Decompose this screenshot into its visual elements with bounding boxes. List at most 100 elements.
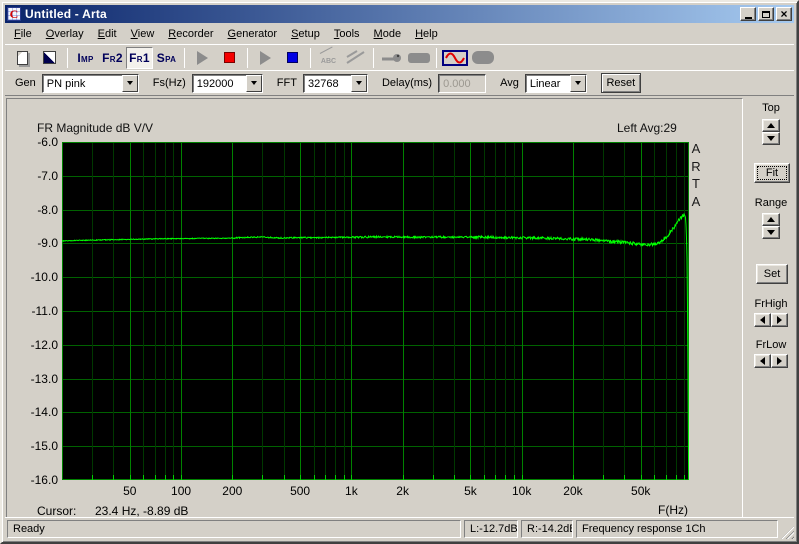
- range-down-button[interactable]: [762, 226, 780, 239]
- gen-label: Gen: [15, 77, 36, 89]
- close-icon: ×: [780, 7, 788, 21]
- menu-help[interactable]: Help: [408, 25, 445, 43]
- maximize-icon: [762, 10, 770, 18]
- microphone-icon: [381, 53, 401, 62]
- fr2-mode-button[interactable]: Fr2: [99, 47, 126, 69]
- minimize-icon: [744, 16, 752, 19]
- toolbar: Imp Fr2 Fr1 Spa ABC: [5, 44, 794, 70]
- fr1-mode-button[interactable]: Fr1: [126, 46, 153, 69]
- toolbar-separator: [373, 47, 374, 68]
- reset-button[interactable]: Reset: [600, 73, 641, 93]
- y-tick-label: -14.0: [30, 405, 58, 420]
- top-label: Top: [762, 102, 780, 114]
- menu-setup[interactable]: Setup: [284, 25, 327, 43]
- dropdown-button[interactable]: [350, 74, 367, 92]
- minimize-button[interactable]: [740, 7, 756, 21]
- fft-size-select[interactable]: 32768: [302, 73, 368, 93]
- x-tick-label: 1k: [345, 484, 358, 498]
- imp-label: Imp: [77, 50, 94, 65]
- x-tick-label: 200: [222, 484, 243, 498]
- play-button[interactable]: [189, 47, 216, 69]
- frlow-increase-button[interactable]: [771, 354, 788, 368]
- imp-mode-button[interactable]: Imp: [72, 47, 99, 69]
- cursor-readout: Cursor: 23.4 Hz, -8.89 dB: [37, 504, 188, 518]
- frhigh-increase-button[interactable]: [771, 313, 788, 327]
- delay-label: Delay(ms): [381, 77, 433, 89]
- arta-app-icon: C: [7, 7, 21, 21]
- stop-icon: [287, 52, 298, 63]
- menu-overlay[interactable]: Overlay: [39, 25, 91, 43]
- color-scheme-button[interactable]: [36, 47, 63, 69]
- level-meter-button[interactable]: [469, 47, 496, 69]
- fft-label: FFT: [276, 77, 297, 89]
- menu-view[interactable]: View: [124, 25, 162, 43]
- arta-window: C Untitled - Arta × File Overlay Edit Vi…: [0, 0, 799, 544]
- menu-mode[interactable]: Mode: [367, 25, 409, 43]
- toolbar-separator: [184, 47, 185, 68]
- avg-label: Avg: [500, 77, 519, 89]
- range-spinner: [762, 213, 780, 239]
- chevron-down-icon: [574, 81, 581, 85]
- x-axis-unit-label: F(Hz): [658, 503, 688, 517]
- menu-recorder[interactable]: Recorder: [161, 25, 220, 43]
- up-arrow-icon: [767, 217, 775, 222]
- fft-size-value: 32768: [307, 77, 339, 90]
- top-down-button[interactable]: [762, 132, 780, 145]
- toolbar-separator: [67, 47, 68, 68]
- generator-type-button[interactable]: [441, 47, 469, 69]
- frlow-label: FrLow: [755, 339, 787, 351]
- toolbar-separator: [310, 47, 311, 68]
- fr-magnitude-plot[interactable]: [62, 142, 689, 480]
- average-count-label: Left Avg:29: [617, 121, 677, 135]
- x-tick-label: 10k: [512, 484, 532, 498]
- menu-tools[interactable]: Tools: [327, 25, 367, 43]
- maximize-button[interactable]: [758, 7, 774, 21]
- menubar: File Overlay Edit View Recorder Generato…: [5, 23, 794, 44]
- titlebar[interactable]: C Untitled - Arta ×: [5, 5, 794, 23]
- sample-rate-value: 192000: [196, 77, 234, 90]
- top-up-button[interactable]: [762, 119, 780, 132]
- menu-edit[interactable]: Edit: [91, 25, 124, 43]
- controlbar: Gen PN pink Fs(Hz) 192000 FFT 32768 Dela…: [5, 70, 794, 96]
- microphone-button[interactable]: [378, 47, 405, 69]
- right-level-indicator: R:-14.2dB: [521, 520, 573, 538]
- play-stored-button[interactable]: [252, 47, 279, 69]
- dropdown-button[interactable]: [245, 74, 262, 92]
- overlay-toggle-button[interactable]: [342, 47, 369, 69]
- x-tick-label: 50k: [631, 484, 651, 498]
- chevron-down-icon: [355, 81, 362, 85]
- menu-generator[interactable]: Generator: [221, 25, 285, 43]
- dropdown-button[interactable]: [569, 74, 586, 92]
- toolbar-separator: [436, 47, 437, 68]
- fit-button[interactable]: Fit: [754, 163, 790, 183]
- record-icon: [224, 52, 235, 63]
- x-tick-label: 5k: [464, 484, 477, 498]
- spa-mode-button[interactable]: Spa: [153, 47, 180, 69]
- mode-indicator: Frequency response 1Ch: [576, 520, 778, 538]
- crossed-lines-icon: [345, 50, 365, 64]
- labels-button[interactable]: ABC: [315, 47, 342, 69]
- left-arrow-icon: [760, 316, 765, 324]
- generator-select[interactable]: PN pink: [41, 73, 139, 93]
- y-tick-label: -9.0: [37, 236, 58, 251]
- set-button[interactable]: Set: [756, 264, 788, 284]
- x-tick-label: 20k: [563, 484, 583, 498]
- cursor-value: 23.4 Hz, -8.89 dB: [95, 504, 189, 518]
- cursor-label: Cursor:: [37, 504, 77, 518]
- sample-rate-select[interactable]: 192000: [191, 73, 263, 93]
- left-arrow-icon: [760, 357, 765, 365]
- menu-file[interactable]: File: [7, 25, 39, 43]
- signal-bar-button[interactable]: [405, 47, 432, 69]
- delay-input[interactable]: 0.000: [438, 73, 487, 93]
- frlow-decrease-button[interactable]: [754, 354, 771, 368]
- close-button[interactable]: ×: [776, 7, 792, 21]
- frhigh-decrease-button[interactable]: [754, 313, 771, 327]
- record-button[interactable]: [216, 47, 243, 69]
- statusbar: Ready L:-12.7dB R:-14.2dB Frequency resp…: [5, 517, 794, 539]
- range-up-button[interactable]: [762, 213, 780, 226]
- new-file-button[interactable]: [9, 47, 36, 69]
- y-tick-label: -7.0: [37, 168, 58, 183]
- stop-button[interactable]: [279, 47, 306, 69]
- dropdown-button[interactable]: [121, 74, 138, 92]
- averaging-select[interactable]: Linear: [524, 73, 587, 93]
